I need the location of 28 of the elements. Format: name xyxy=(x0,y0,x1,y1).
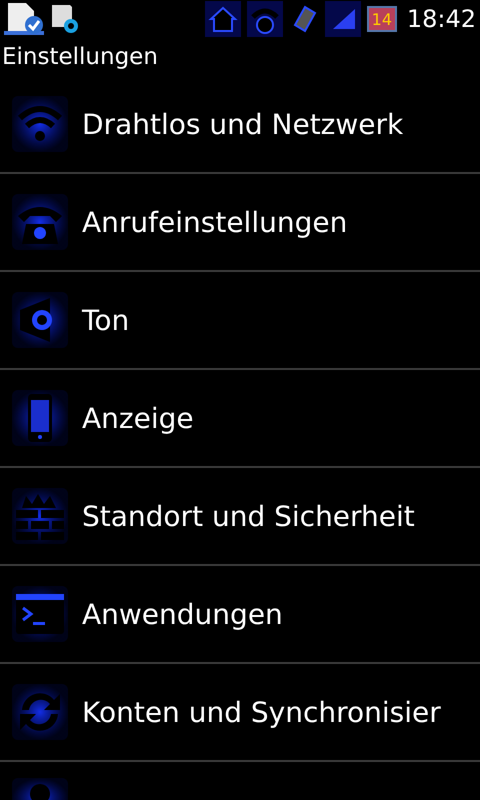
settings-label: Drahtlos und Netzwerk xyxy=(82,108,404,140)
phone-display-icon xyxy=(10,388,70,448)
brick-wall-icon xyxy=(10,486,70,546)
location-pin-icon xyxy=(10,776,70,800)
phone-icon xyxy=(10,192,70,252)
settings-item[interactable]: Anwendungen xyxy=(0,566,480,664)
screen-title: Einstellungen xyxy=(1,44,158,70)
calendar-day: 14 xyxy=(372,10,392,28)
settings-label: Anwendungen xyxy=(82,598,283,630)
speaker-icon xyxy=(10,290,70,350)
settings-item[interactable]: Standort und Sicherheit xyxy=(0,468,480,566)
settings-label: Konten und Synchronisier xyxy=(82,696,441,728)
terminal-icon xyxy=(10,584,70,644)
signal-icon xyxy=(324,1,361,37)
settings-label: Anzeige xyxy=(82,402,194,434)
settings-item[interactable]: Konten und Synchronisier xyxy=(0,664,480,762)
settings-item[interactable]: Anrufeinstellungen xyxy=(0,174,480,272)
settings-item[interactable]: Drahtlos und Netzwerk xyxy=(0,76,480,174)
sd-card-gear-icon xyxy=(50,3,80,35)
document-check-icon xyxy=(4,1,44,37)
clock: 18:42 xyxy=(406,5,476,33)
home-icon[interactable] xyxy=(204,1,241,37)
settings-item[interactable]: Ton xyxy=(0,272,480,370)
settings-label: Standort und Sicherheit xyxy=(82,500,415,532)
sync-icon xyxy=(10,682,70,742)
settings-item[interactable]: Anzeige xyxy=(0,370,480,468)
settings-label: Ton xyxy=(82,304,130,336)
settings-label: Anrufeinstellungen xyxy=(82,206,348,238)
